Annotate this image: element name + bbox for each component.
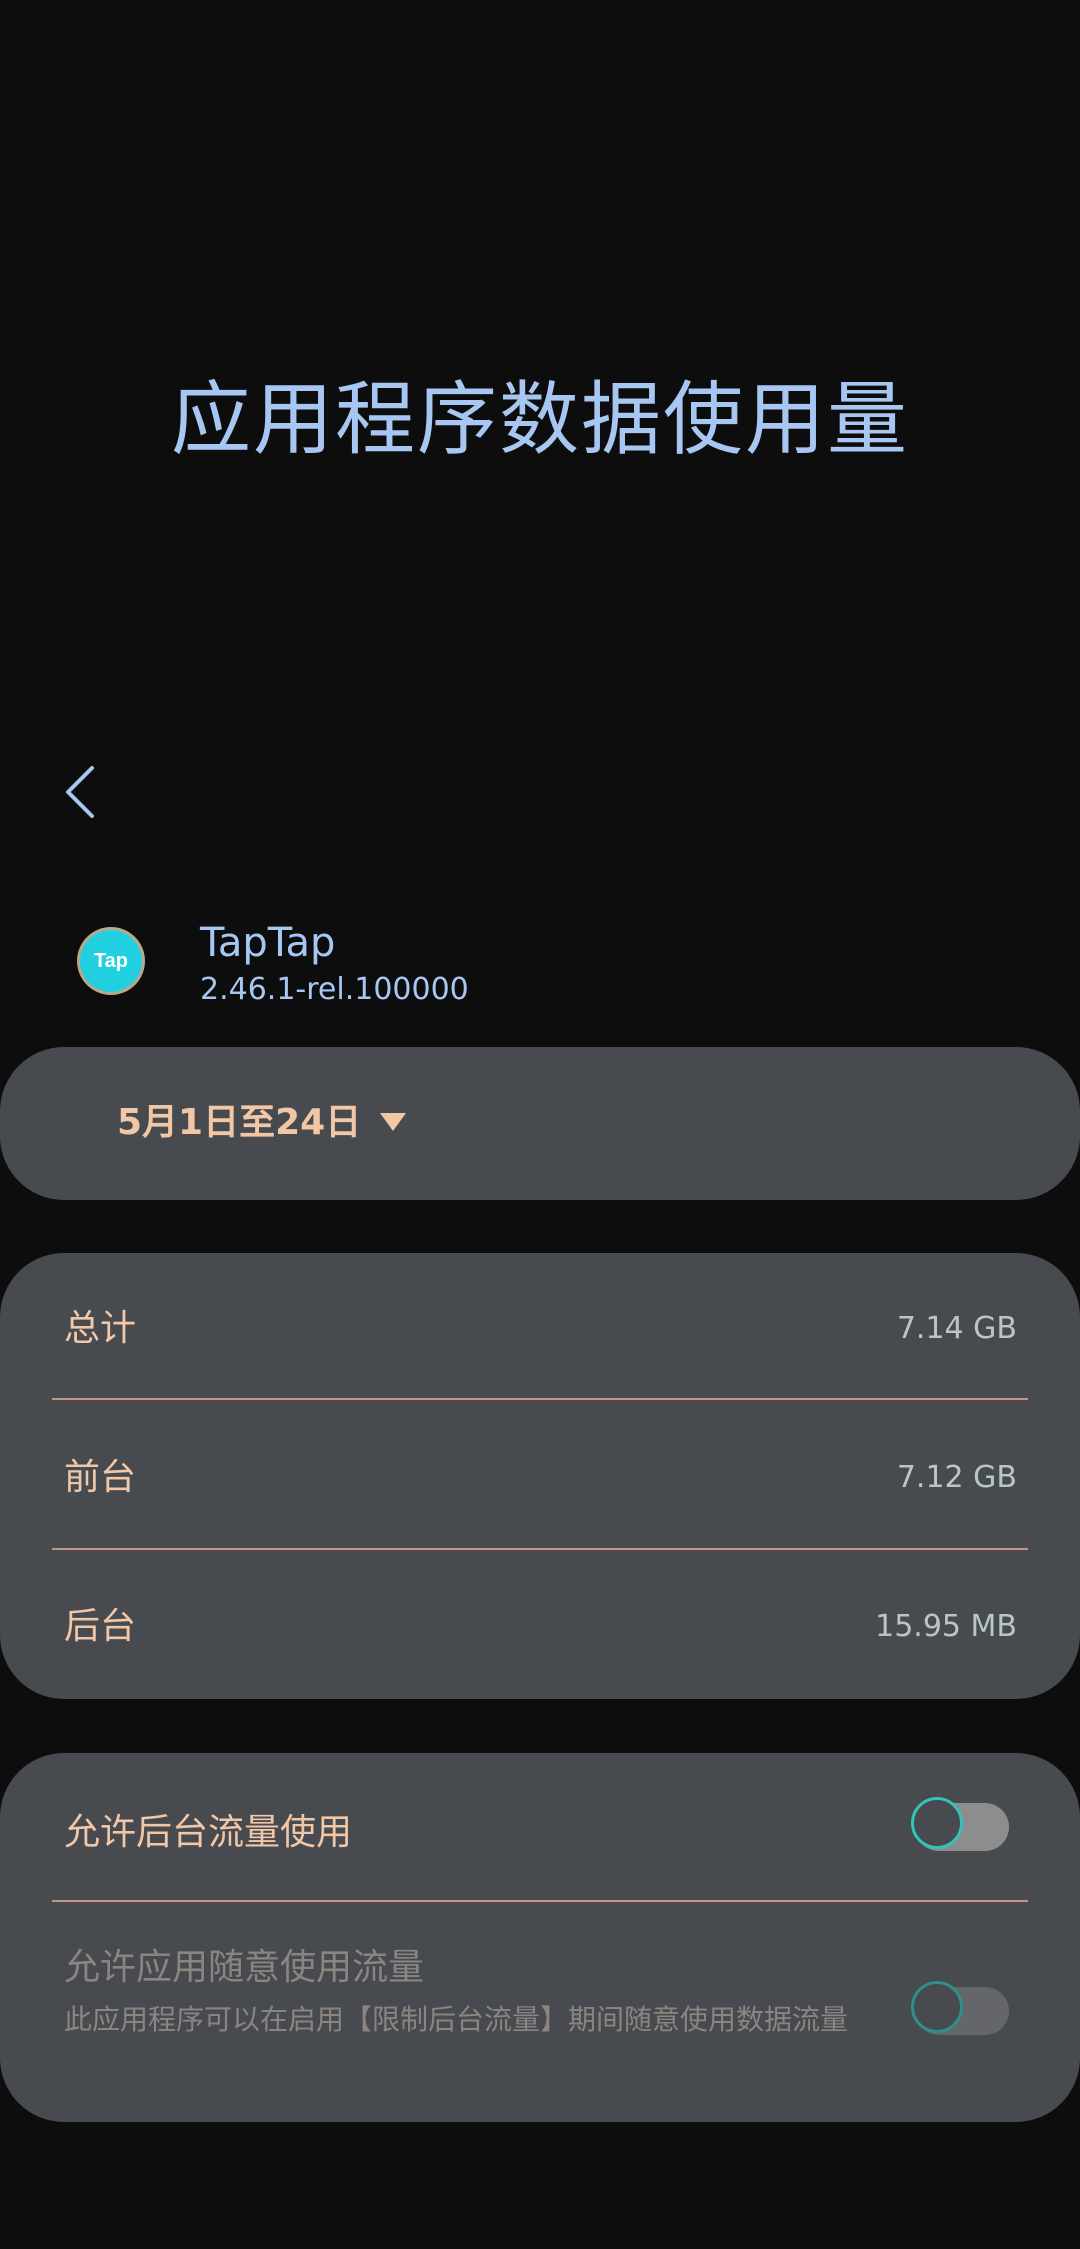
background-data-toggle[interactable]: [911, 1797, 1009, 1851]
divider: [52, 1548, 1028, 1550]
settings-card: 允许后台流量使用 允许应用随意使用流量 此应用程序可以在启用【限制后台流量】期间…: [0, 1753, 1080, 2122]
divider: [52, 1398, 1028, 1400]
dropdown-caret-icon: [380, 1113, 406, 1131]
usage-value: 7.14 GB: [896, 1311, 1017, 1346]
toggle-knob: [911, 1797, 963, 1849]
back-icon[interactable]: [58, 762, 106, 822]
usage-card: 总计 7.14 GB 前台 7.12 GB 后台 15.95 MB: [0, 1253, 1080, 1699]
setting-description: 此应用程序可以在启用【限制后台流量】期间随意使用数据流量: [64, 2003, 849, 2036]
date-range-label: 5月1日至24日: [117, 1102, 362, 1143]
toggle-knob: [911, 1981, 963, 2033]
app-name: TapTap: [200, 920, 336, 966]
taptap-app-icon: Tap: [80, 930, 142, 992]
usage-label: 后台: [64, 1606, 137, 1647]
usage-value: 15.95 MB: [875, 1609, 1017, 1644]
background-data-setting[interactable]: 允许后台流量使用: [0, 1753, 1080, 1900]
setting-title: 允许后台流量使用: [64, 1812, 353, 1853]
unrestricted-data-setting[interactable]: 允许应用随意使用流量 此应用程序可以在启用【限制后台流量】期间随意使用数据流量: [0, 1902, 1080, 2122]
date-range-selector[interactable]: 5月1日至24日: [0, 1047, 1080, 1200]
app-icon-text: Tap: [93, 949, 129, 972]
usage-label: 前台: [64, 1457, 137, 1498]
unrestricted-data-toggle[interactable]: [911, 1981, 1009, 2035]
usage-value: 7.12 GB: [896, 1460, 1017, 1495]
app-version: 2.46.1-rel.100000: [200, 972, 469, 1007]
page-title: 应用程序数据使用量: [171, 373, 909, 466]
setting-title: 允许应用随意使用流量: [64, 1947, 425, 1988]
usage-label: 总计: [64, 1308, 137, 1349]
